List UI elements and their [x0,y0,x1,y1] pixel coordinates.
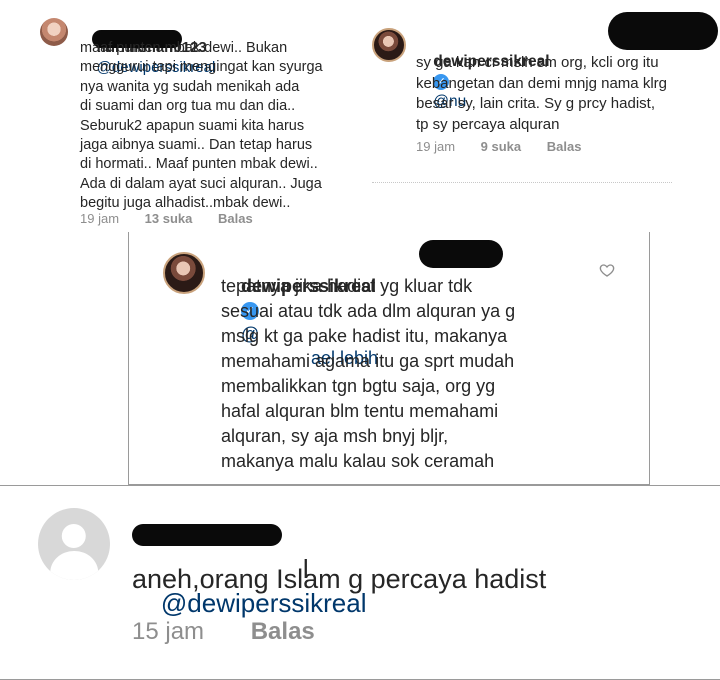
comment-panel-1: nurhikmah0123 @dewiperssikreal maaf punt… [0,0,358,232]
comment-meta: 19 jam 9 suka Balas [416,139,603,154]
comment-meta: 15 jam Balas [132,618,337,646]
comment-panel-3: dewiperssikreal ✓ @ ael lebih tepatnya j… [128,232,650,485]
reply-button[interactable]: Balas [547,139,582,154]
avatar[interactable] [372,28,406,62]
redaction-bar [608,12,718,50]
reply-button[interactable]: Balas [218,211,253,226]
timestamp: 19 jam [80,211,120,226]
comment-panel-4: l @dewiperssikreal aneh,orang Islam g pe… [0,485,720,680]
heart-icon[interactable] [599,262,615,278]
comment-panel-2: dewiperssikreal ✓ @nu sy ga kan cr mslh … [358,0,720,232]
avatar[interactable] [40,18,68,46]
timestamp: 19 jam [416,139,456,154]
comment-meta: 19 jam 13 suka Balas [80,211,275,226]
comment-body: maaf punten mbak dewi.. Bukan menggurui … [80,40,323,212]
avatar[interactable] [163,252,205,294]
likes-count[interactable]: 13 suka [145,211,193,226]
likes-count[interactable]: 9 suka [481,139,521,154]
avatar-placeholder-icon[interactable] [38,508,110,580]
next-comment-edge [372,182,672,189]
redaction-bar [419,240,503,268]
comment-body: sy ga kan cr mslh sm org, kcli org itu k… [416,54,667,133]
timestamp: 15 jam [132,618,205,645]
comment-body: tepatnya jika hadist yg kluar tdk sesuai… [221,276,516,471]
reply-button[interactable]: Balas [251,618,315,645]
comment-body: aneh,orang Islam g percaya hadist [132,564,547,594]
